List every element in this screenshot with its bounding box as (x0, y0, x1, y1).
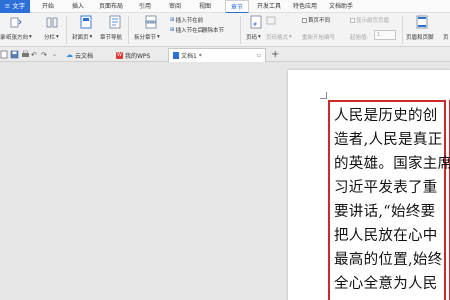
columns-icon (46, 17, 58, 28)
first-page-diff-label: 首页不同 (308, 18, 331, 24)
tab-review[interactable]: 审阅 (169, 0, 181, 13)
tab-references[interactable]: 引用 (139, 0, 151, 13)
dropdown-arrow-icon: ▾ (157, 34, 160, 40)
insert-section-after-label: 插入节在后 (175, 28, 204, 34)
paper-direction-icon (10, 17, 22, 28)
quick-access-and-tabs: ↶ ↷ ⌄ ☁ 云文档 W 我的WPS 文档1 * ▫ + (0, 47, 450, 62)
cloud-icon: ☁ (66, 51, 73, 59)
columns-label: 分栏 (44, 35, 56, 41)
insert-section-before-button[interactable]: ⊞ 插入节在前 (170, 16, 203, 24)
ribbon-divider (402, 16, 403, 44)
text-line: 最高的位置,始终 (334, 252, 443, 268)
overflow-label: 页 (443, 35, 449, 41)
chapter-nav-button[interactable]: 章节导航 (100, 33, 122, 41)
print-icon[interactable] (21, 47, 30, 62)
catalog-button[interactable]: 录 (0, 33, 6, 41)
insert-section-after-button[interactable]: ⊞ 插入节在后 (170, 26, 203, 34)
dropdown-arrow-icon: ▾ (89, 34, 93, 40)
ribbon-divider (240, 16, 241, 44)
header-footer-label: 页眉和页脚 (406, 35, 434, 41)
document-body-text[interactable]: 人民是历史的创 造者,人民是真正 的英雄。国家主席 习近平发表了重 要讲话,“始… (334, 104, 450, 296)
svg-text:#: # (253, 22, 257, 28)
delete-section-label: 删除本节 (202, 28, 225, 34)
page-number-format-label: 页码格式 (266, 35, 289, 41)
tab-developer[interactable]: 开发工具 (257, 0, 281, 13)
restart-numbering-button[interactable]: 重新开始编号 (302, 33, 335, 41)
restart-numbering-label: 重新开始编号 (302, 35, 336, 41)
catalog-label: 录 (0, 35, 6, 41)
text-line: 人民是历史的创 (334, 108, 438, 124)
insert-section-icon: ⊞ (170, 27, 175, 33)
split-chapter-label: 拆分章节 (134, 35, 157, 41)
page-number-label: 页码 (246, 35, 258, 41)
margin-corner-mark (320, 92, 327, 99)
page-number-format-icon (266, 16, 276, 25)
chapter-nav-icon (109, 15, 121, 29)
tab-label: 我的WPS (125, 52, 151, 60)
menu-bar: ≡ 文字 开始 插入 页面布局 引用 审阅 视图 章节 开发工具 特色应用 文档… (0, 0, 450, 14)
overflow-button[interactable]: 页 (443, 33, 449, 41)
start-value-input[interactable]: 1 (374, 30, 396, 40)
columns-button[interactable]: 分栏 ▾ (44, 33, 59, 41)
tab-document1[interactable]: 文档1 * ▫ (168, 48, 266, 62)
document-icon (173, 52, 179, 59)
close-icon[interactable]: ▫ (257, 52, 261, 59)
tab-label: 文档1 * (181, 53, 202, 60)
first-page-diff-checkbox[interactable]: 首页不同 (302, 16, 330, 24)
insert-section-icon: ⊞ (170, 17, 175, 23)
paper-direction-button[interactable]: 纸张方向 ▾ (6, 33, 32, 41)
undo-icon[interactable]: ↶ (31, 47, 37, 62)
page-number-button[interactable]: 页码 ▾ (246, 33, 261, 41)
text-line: 把人民放在心中 (334, 228, 438, 244)
checkbox-icon (302, 17, 307, 23)
dropdown-arrow-icon: ▾ (289, 34, 292, 40)
tab-chapter[interactable]: 章节 (224, 0, 250, 14)
page-number-icon: # (250, 15, 262, 29)
text-line: 造者,人民是真正 (334, 132, 443, 148)
tab-page-layout[interactable]: 页面布局 (99, 0, 123, 13)
text-line: 要讲话,“始终要 (334, 204, 436, 220)
save-icon[interactable] (10, 47, 19, 62)
add-tab-button[interactable]: + (271, 47, 279, 62)
app-menu-button[interactable]: ≡ 文字 (0, 0, 30, 13)
delete-section-button[interactable]: 删除本节 (202, 26, 224, 34)
file-icon[interactable] (0, 47, 8, 62)
text-line: 习近平发表了重 (334, 180, 438, 196)
dropdown-arrow-icon: ▾ (29, 34, 32, 40)
wps-writer-window: ≡ 文字 开始 插入 页面布局 引用 审阅 视图 章节 开发工具 特色应用 文档… (0, 0, 450, 300)
insert-section-before-label: 插入节在前 (175, 18, 204, 24)
tab-cloud-docs[interactable]: ☁ 云文档 (62, 48, 97, 62)
checkbox-icon (350, 17, 355, 23)
show-prev-header-checkbox[interactable]: 显示前页页眉 (350, 16, 389, 24)
tab-insert[interactable]: 插入 (72, 0, 84, 13)
tab-home[interactable]: 开始 (42, 0, 54, 13)
text-line: 全心全意为人民 (334, 276, 438, 292)
cover-page-button[interactable]: 封面页 ▾ (72, 33, 92, 41)
header-footer-button[interactable]: 页眉和页脚 (406, 33, 434, 41)
tab-label: 云文档 (75, 52, 94, 60)
show-prev-header-label: 显示前页页眉 (356, 18, 390, 24)
dropdown-arrow-icon: ▾ (258, 34, 261, 40)
split-chapter-icon (145, 15, 157, 29)
ribbon-divider (66, 16, 67, 44)
paper-direction-label: 纸张方向 (6, 35, 29, 41)
tab-view[interactable]: 视图 (199, 0, 211, 13)
chevron-down-icon[interactable]: ⌄ (52, 47, 57, 62)
wps-logo-icon: W (116, 51, 123, 59)
dropdown-arrow-icon: ▾ (56, 34, 59, 40)
redo-icon[interactable]: ↷ (41, 47, 47, 62)
start-value-label: 起始值: (350, 35, 369, 41)
tab-my-wps[interactable]: W 我的WPS (112, 48, 154, 62)
cover-page-icon (80, 15, 92, 29)
cover-page-label: 封面页 (72, 35, 89, 41)
tab-features[interactable]: 特色应用 (293, 0, 317, 13)
page-number-format-button[interactable]: 页码格式 ▾ (266, 33, 292, 41)
split-chapter-button[interactable]: 拆分章节 ▾ (134, 33, 160, 41)
ribbon-chapter: 录 纸张方向 ▾ 分栏 ▾ 封面页 ▾ 章节导航 拆分章节 ▾ ⊞ 插入节在前 … (0, 13, 450, 47)
chapter-nav-label: 章节导航 (100, 35, 123, 41)
header-footer-icon (416, 15, 428, 29)
text-line: 的英雄。国家主席 (334, 156, 450, 172)
tab-doc-assistant[interactable]: 文档助手 (329, 0, 353, 13)
ribbon-divider (128, 16, 129, 44)
